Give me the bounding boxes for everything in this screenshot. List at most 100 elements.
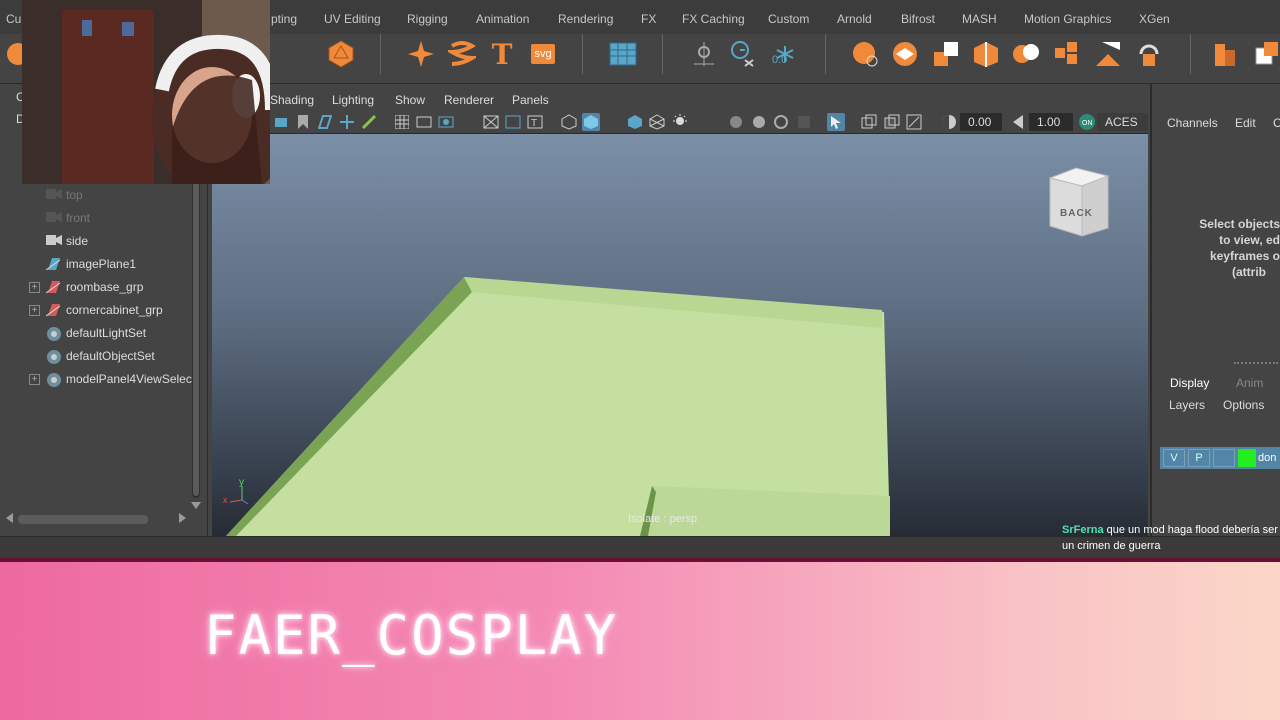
grid-calendar-icon[interactable] xyxy=(609,40,637,68)
channels-menu[interactable]: Channels xyxy=(1167,116,1218,130)
shelf-tab-rendering[interactable]: Rendering xyxy=(558,12,613,26)
layer-playback-toggle[interactable]: P xyxy=(1188,449,1210,467)
exposure-field[interactable]: 0.00 xyxy=(960,113,1002,131)
expand-icon[interactable]: + xyxy=(29,304,40,316)
camera-icon xyxy=(46,234,62,248)
isolate-select-icon[interactable] xyxy=(827,113,845,131)
layer-display-type-toggle[interactable] xyxy=(1213,449,1235,467)
shaded-cube-icon[interactable] xyxy=(626,113,644,131)
sparkle-icon[interactable] xyxy=(407,40,435,68)
menu-show[interactable]: Show xyxy=(395,93,425,107)
expand-icon[interactable]: + xyxy=(29,373,40,385)
shelf-tab-fx-caching[interactable]: FX Caching xyxy=(682,12,745,26)
resolution-gate-icon[interactable] xyxy=(437,113,455,131)
bevel-icon[interactable] xyxy=(891,40,919,68)
xray-joints-icon[interactable] xyxy=(883,113,901,131)
shelf-tab-cu[interactable]: Cu xyxy=(6,12,21,26)
shelf-tab-motion-graphics[interactable]: Motion Graphics xyxy=(1024,12,1111,26)
boolean-icon[interactable] xyxy=(1012,40,1040,68)
tab-display-layers[interactable]: Display xyxy=(1170,376,1209,390)
multi-cut-icon[interactable] xyxy=(1053,40,1081,68)
motion-blur-icon[interactable] xyxy=(772,113,790,131)
cube-stack-icon[interactable] xyxy=(1252,40,1280,68)
cube-pair-icon[interactable] xyxy=(1211,40,1239,68)
scroll-right-arrow-icon[interactable] xyxy=(179,513,186,523)
ambient-occlusion-icon[interactable] xyxy=(750,113,768,131)
select-camera-icon[interactable] xyxy=(272,113,290,131)
combine-icon[interactable] xyxy=(972,40,1000,68)
layers-menu[interactable]: Layers xyxy=(1169,398,1205,412)
tab-anim-layers[interactable]: Anim xyxy=(1236,376,1263,390)
lighting-icon[interactable] xyxy=(671,113,689,131)
wireframe-cube-icon[interactable] xyxy=(560,113,578,131)
shelf-tab-mash[interactable]: MASH xyxy=(962,12,997,26)
textured-icon[interactable] xyxy=(648,113,666,131)
scroll-left-arrow-icon[interactable] xyxy=(6,513,13,523)
type-text-icon[interactable]: T xyxy=(488,38,516,71)
outliner-item-imageplane1[interactable]: imagePlane1 xyxy=(0,253,196,275)
options-menu[interactable]: Options xyxy=(1223,398,1264,412)
outliner-item-side[interactable]: side xyxy=(0,230,196,252)
menu-shading[interactable]: Shading xyxy=(270,93,314,107)
color-space-select[interactable]: ACES 1. xyxy=(1097,113,1148,147)
panel-divider-grip[interactable] xyxy=(1234,362,1278,364)
shelf-tab-bifrost[interactable]: Bifrost xyxy=(901,12,935,26)
mirror-icon[interactable] xyxy=(1094,40,1122,68)
smooth-shade-cube-icon[interactable] xyxy=(582,113,600,131)
shelf-tab-fx[interactable]: FX xyxy=(641,12,656,26)
shelf-tab-custom[interactable]: Custom xyxy=(768,12,809,26)
object-menu[interactable]: C xyxy=(1273,116,1280,130)
shelf-tab-uv-editing[interactable]: UV Editing xyxy=(324,12,381,26)
helix-icon[interactable] xyxy=(448,40,476,68)
outliner-item-modelpanel4viewselec[interactable]: + modelPanel4ViewSelec xyxy=(0,368,196,390)
time-warp-icon[interactable] xyxy=(729,40,757,68)
anti-aliasing-icon[interactable] xyxy=(795,113,813,131)
2d-pan-zoom-icon[interactable] xyxy=(338,113,356,131)
grid-toggle-icon[interactable] xyxy=(393,113,411,131)
message-line: (attrib xyxy=(1232,265,1266,279)
shadows-icon[interactable] xyxy=(727,113,745,131)
exposure-icon[interactable] xyxy=(940,113,958,131)
grease-pencil-icon[interactable] xyxy=(360,113,378,131)
outliner-item-cornercabinet-grp[interactable]: + cornercabinet_grp xyxy=(0,299,196,321)
xray-icon[interactable] xyxy=(860,113,878,131)
platonic-solid-icon[interactable] xyxy=(327,40,355,68)
3d-viewport[interactable] xyxy=(212,134,1148,536)
edit-menu[interactable]: Edit xyxy=(1235,116,1256,130)
viewcube[interactable]: BACK xyxy=(1046,164,1110,240)
shelf-tab-sculpting[interactable]: pting xyxy=(271,12,297,26)
bookmark-icon[interactable] xyxy=(294,113,312,131)
outliner-item-roombase-grp[interactable]: + roombase_grp xyxy=(0,276,196,298)
outliner-item-defaultobjectset[interactable]: defaultObjectSet xyxy=(0,345,196,367)
shelf-tab-rigging[interactable]: Rigging xyxy=(407,12,448,26)
outliner-item-front[interactable]: front xyxy=(0,207,196,229)
pivot-tool-icon[interactable] xyxy=(690,40,718,68)
xray-active-icon[interactable] xyxy=(905,113,923,131)
film-gate-icon[interactable] xyxy=(415,113,433,131)
shelf-tab-animation[interactable]: Animation xyxy=(476,12,529,26)
shelf-tab-xgen[interactable]: XGen xyxy=(1139,12,1170,26)
field-chart-icon[interactable] xyxy=(482,113,500,131)
outliner-item-top[interactable]: top xyxy=(0,184,196,206)
gamma-field[interactable]: 1.00 xyxy=(1029,113,1073,131)
color-management-toggle-icon[interactable]: ON xyxy=(1078,113,1096,131)
outliner-item-defaultlightset[interactable]: defaultLightSet xyxy=(0,322,196,344)
extrude-icon[interactable] xyxy=(932,40,960,68)
lasso-select-icon[interactable] xyxy=(851,40,879,68)
layer-visibility-toggle[interactable]: V xyxy=(1163,449,1185,467)
image-plane-toggle-icon[interactable] xyxy=(316,113,334,131)
menu-panels[interactable]: Panels xyxy=(512,93,549,107)
reduce-icon[interactable] xyxy=(1135,40,1163,68)
scroll-down-arrow-icon[interactable] xyxy=(191,502,201,509)
safe-title-icon[interactable]: T xyxy=(526,113,544,131)
layer-color-swatch[interactable] xyxy=(1238,449,1256,467)
svg-icon[interactable]: svg xyxy=(529,40,557,68)
menu-lighting[interactable]: Lighting xyxy=(332,93,374,107)
expand-icon[interactable]: + xyxy=(29,281,40,293)
shelf-tab-arnold[interactable]: Arnold xyxy=(837,12,872,26)
gamma-icon[interactable] xyxy=(1009,113,1027,131)
outliner-horizontal-scrollbar[interactable] xyxy=(18,515,148,524)
outliner-scroll-thumb[interactable] xyxy=(193,150,199,496)
menu-renderer[interactable]: Renderer xyxy=(444,93,494,107)
safe-action-icon[interactable] xyxy=(504,113,522,131)
